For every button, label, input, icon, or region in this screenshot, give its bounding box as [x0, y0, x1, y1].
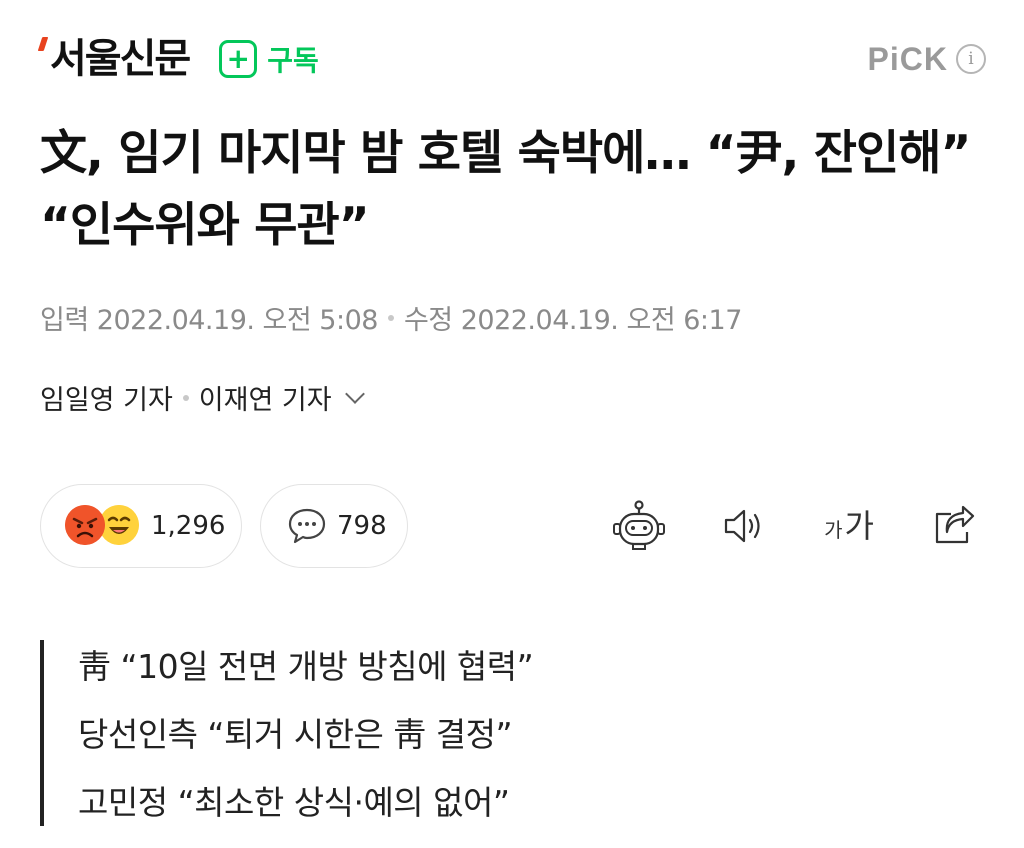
font-big-glyph: 가	[844, 507, 874, 545]
comments-count: 798	[337, 511, 387, 541]
subhead-line: 靑 “10일 전면 개방 방침에 협력”	[78, 647, 534, 686]
article-title: 文, 임기 마지막 밤 호텔 숙박에… “尹, 잔인해” “인수위와 무관”	[40, 126, 971, 253]
subscribe-label: 구독	[267, 44, 319, 77]
separator-dot	[182, 394, 189, 401]
subhead-line: 고민정 “최소한 상식·예의 없어”	[78, 783, 510, 822]
plus-icon: +	[219, 40, 258, 78]
published-date: 2022.04.19. 오전 5:08	[96, 305, 379, 336]
share-button[interactable]	[924, 496, 984, 556]
reporters-toggle[interactable]: 임일영 기자 이재연 기자	[40, 378, 365, 417]
header: 서울신문 + 구독 PiCK i	[37, 30, 986, 88]
chatbot-icon	[613, 500, 665, 550]
font-size-button[interactable]: 가 가	[819, 496, 879, 556]
publisher-logo[interactable]: 서울신문	[37, 36, 191, 82]
article-dates: 입력 2022.04.19. 오전 5:08 수정 2022.04.19. 오전…	[40, 298, 742, 337]
reporter-1: 임일영 기자	[40, 385, 173, 416]
share-icon	[935, 505, 975, 544]
subscribe-button[interactable]: + 구독	[219, 39, 319, 79]
pick-badge[interactable]: PiCK i	[868, 41, 986, 78]
comment-icon	[288, 508, 326, 544]
summary-bot-button[interactable]	[609, 496, 669, 556]
info-icon[interactable]: i	[956, 44, 986, 74]
speaker-icon	[724, 509, 760, 543]
article-subheads: 靑 “10일 전면 개방 방침에 협력” 당선인측 “퇴거 시한은 靑 결정” …	[40, 640, 534, 826]
article-toolbar: 가 가	[609, 496, 984, 556]
published-label: 입력	[40, 305, 89, 336]
reactions-button[interactable]: 1,296	[40, 484, 242, 568]
subhead-line: 당선인측 “퇴거 시한은 靑 결정”	[78, 715, 513, 754]
reactions-count: 1,296	[151, 511, 226, 541]
font-size-icon: 가 가	[824, 510, 874, 542]
read-aloud-button[interactable]	[714, 496, 774, 556]
laughing-face-icon	[99, 505, 139, 545]
modified-label: 수정	[403, 305, 453, 336]
angry-face-icon	[65, 505, 105, 545]
modified-date: 2022.04.19. 오전 6:17	[460, 305, 743, 336]
comments-button[interactable]: 798	[260, 484, 408, 568]
pick-label: PiCK	[867, 40, 948, 77]
publisher-name: 서울신문	[50, 36, 191, 82]
font-small-glyph: 가	[824, 518, 843, 542]
reporter-2: 이재연 기자	[198, 385, 332, 416]
chevron-down-icon	[344, 383, 365, 404]
logo-mark-icon	[37, 37, 49, 51]
reaction-faces	[65, 505, 141, 547]
separator-dot	[387, 314, 394, 321]
